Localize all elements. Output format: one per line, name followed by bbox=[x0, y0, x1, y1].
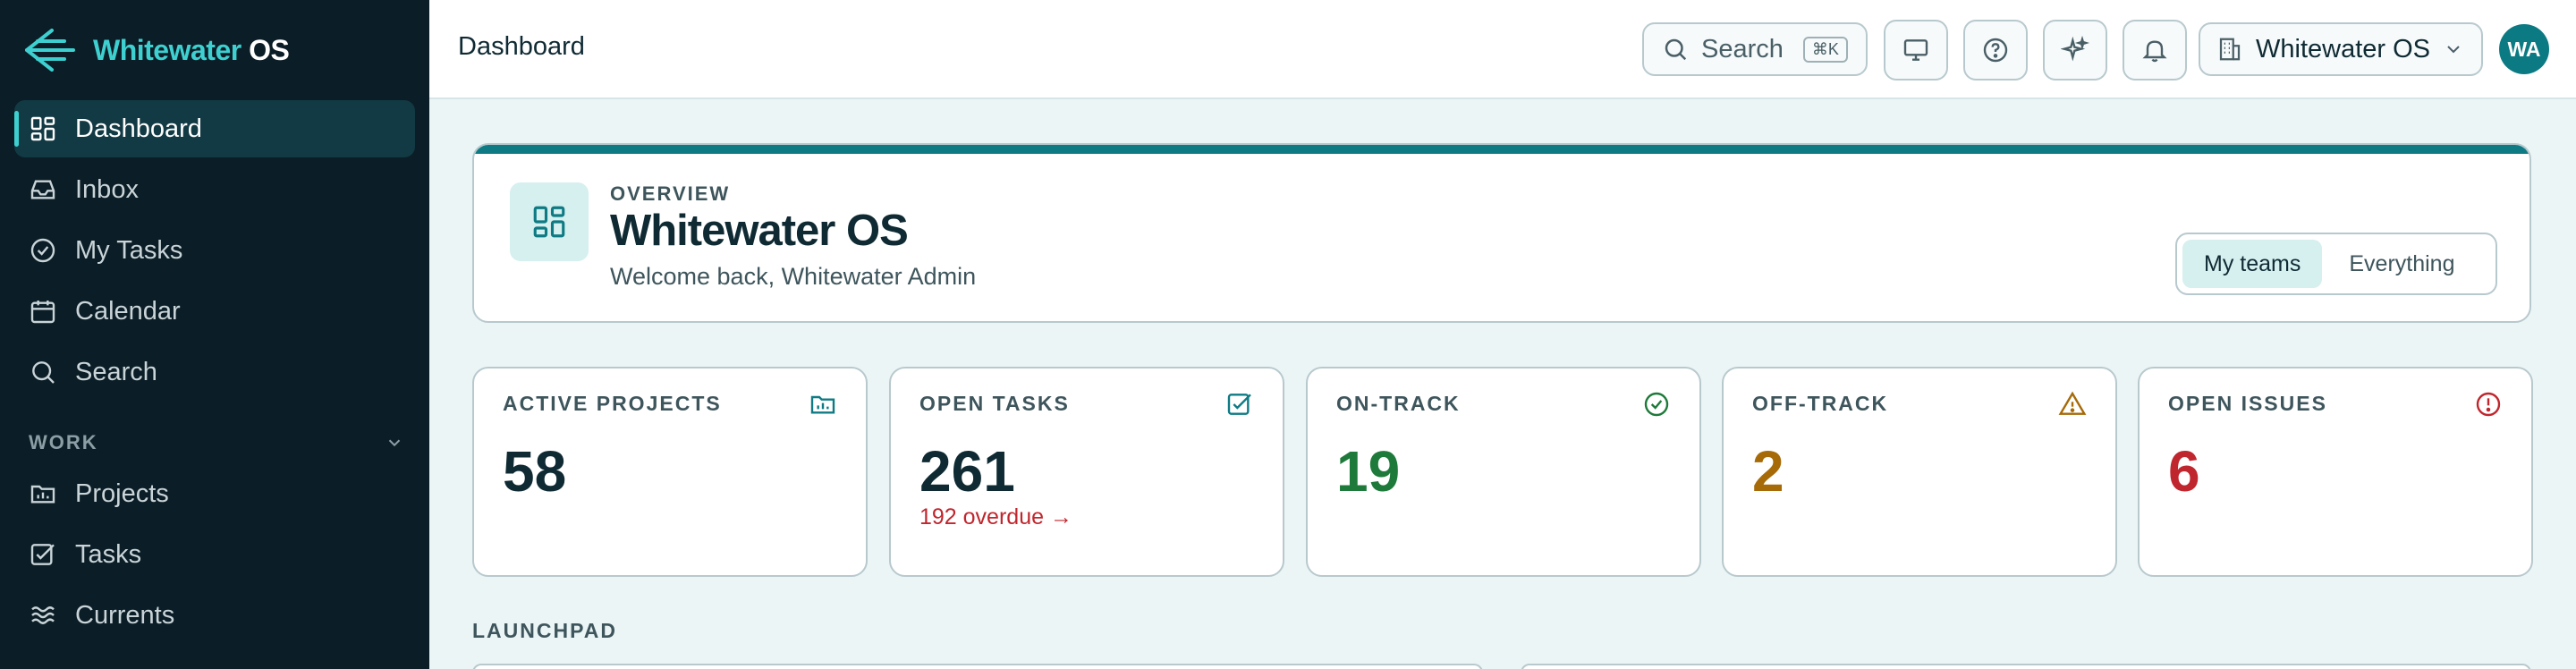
scope-toggle: My teams Everything bbox=[2175, 233, 2497, 295]
overview-card: OVERVIEW Whitewater OS Welcome back, Whi… bbox=[472, 143, 2531, 323]
workspace-name: Whitewater OS bbox=[2256, 34, 2430, 64]
dashboard-icon bbox=[533, 206, 565, 238]
sidebar-item-currents[interactable]: Currents bbox=[14, 587, 415, 644]
launchpad-heading: LAUNCHPAD bbox=[472, 619, 617, 642]
search-icon bbox=[32, 361, 55, 384]
stat-card-open-tasks[interactable]: OPEN TASKS 261 192 overdue → bbox=[889, 367, 1284, 577]
chevron-down-icon bbox=[2447, 46, 2460, 54]
scope-everything-button[interactable]: Everything bbox=[2327, 240, 2476, 288]
overview-eyebrow: OVERVIEW bbox=[610, 182, 731, 205]
sidebar: Whitewater OS Dashboard Inbox My Tasks C… bbox=[0, 0, 429, 669]
sidebar-item-label: Search bbox=[75, 357, 157, 386]
stat-label: OPEN TASKS bbox=[919, 392, 1070, 415]
search-shortcut: ⌘K bbox=[1802, 36, 1848, 63]
brand-logo[interactable]: Whitewater OS bbox=[21, 23, 290, 77]
building-icon bbox=[2219, 38, 2241, 61]
sidebar-item-label: My Tasks bbox=[75, 235, 183, 265]
overview-icon-tile bbox=[510, 182, 589, 261]
check-circle-icon bbox=[1644, 392, 1669, 417]
scope-my-teams-button[interactable]: My teams bbox=[2182, 240, 2323, 288]
dashboard-icon bbox=[30, 116, 55, 141]
search-button[interactable]: Search ⌘K bbox=[1642, 22, 1868, 76]
calendar-icon bbox=[30, 301, 55, 324]
section-toggle-work[interactable]: WORK bbox=[29, 431, 404, 454]
help-icon bbox=[1983, 38, 2008, 63]
stat-value: 19 bbox=[1336, 439, 1401, 504]
sidebar-item-calendar[interactable]: Calendar bbox=[14, 283, 415, 340]
workspace-select[interactable]: Whitewater OS bbox=[2199, 22, 2483, 76]
sidebar-item-inbox[interactable]: Inbox bbox=[14, 161, 415, 218]
stat-value: 2 bbox=[1752, 439, 1784, 504]
warning-icon bbox=[2058, 391, 2087, 415]
topbar: Dashboard Search ⌘K Whitewater OS WA bbox=[429, 0, 2576, 99]
section-label: WORK bbox=[29, 431, 98, 453]
avatar[interactable]: WA bbox=[2499, 24, 2549, 74]
stat-card-on-track[interactable]: ON-TRACK 19 bbox=[1306, 367, 1701, 577]
search-icon bbox=[1665, 38, 1687, 61]
stat-label: OFF-TRACK bbox=[1752, 392, 1889, 415]
brand-name: Whitewater OS bbox=[93, 33, 290, 66]
logo-icon bbox=[25, 29, 75, 72]
monitor-icon bbox=[1903, 39, 1928, 61]
alert-circle-icon bbox=[2476, 392, 2501, 417]
overview-accent-bar bbox=[474, 145, 2529, 154]
stat-card-off-track[interactable]: OFF-TRACK 2 bbox=[1722, 367, 2117, 577]
sidebar-item-projects[interactable]: Projects bbox=[14, 465, 415, 522]
overdue-link[interactable]: 192 overdue → bbox=[919, 504, 1072, 530]
overview-title: Whitewater OS bbox=[610, 207, 909, 255]
help-button[interactable] bbox=[1963, 20, 2028, 80]
stat-card-open-issues[interactable]: OPEN ISSUES 6 bbox=[2138, 367, 2533, 577]
ai-assistant-button[interactable] bbox=[2043, 20, 2107, 80]
notifications-button[interactable] bbox=[2123, 20, 2187, 80]
stat-card-active-projects[interactable]: ACTIVE PROJECTS 58 bbox=[472, 367, 868, 577]
sidebar-item-search[interactable]: Search bbox=[14, 343, 415, 401]
bell-icon bbox=[2142, 40, 2167, 63]
page-title: Dashboard bbox=[458, 32, 585, 61]
stat-label: ACTIVE PROJECTS bbox=[503, 392, 722, 415]
display-button[interactable] bbox=[1884, 20, 1948, 80]
sidebar-item-label: Inbox bbox=[75, 174, 139, 204]
sidebar-item-label: Calendar bbox=[75, 296, 181, 326]
stat-value: 6 bbox=[2168, 439, 2200, 504]
sparkles-icon bbox=[2061, 36, 2089, 62]
launchpad-card[interactable] bbox=[472, 664, 1483, 669]
chevron-down-icon bbox=[388, 439, 401, 447]
stat-value: 261 bbox=[919, 439, 1015, 504]
folder-chart-icon bbox=[30, 485, 55, 504]
overview-subtitle: Welcome back, Whitewater Admin bbox=[610, 263, 977, 290]
stat-value: 58 bbox=[503, 439, 567, 504]
sidebar-item-tasks[interactable]: Tasks bbox=[14, 526, 415, 583]
waves-icon bbox=[31, 606, 55, 624]
sidebar-item-my-tasks[interactable]: My Tasks bbox=[14, 222, 415, 279]
check-circle-icon bbox=[30, 238, 55, 263]
checkbox-icon bbox=[1227, 394, 1251, 415]
sidebar-item-dashboard[interactable]: Dashboard bbox=[14, 100, 415, 157]
folder-chart-icon bbox=[810, 395, 835, 414]
stat-label: ON-TRACK bbox=[1336, 392, 1461, 415]
checkbox-icon bbox=[30, 544, 55, 565]
launchpad-card[interactable] bbox=[1521, 664, 2531, 669]
stat-label: OPEN ISSUES bbox=[2168, 392, 2327, 415]
inbox-icon bbox=[30, 180, 55, 199]
sidebar-item-label: Currents bbox=[75, 600, 175, 630]
sidebar-item-label: Dashboard bbox=[75, 114, 202, 143]
search-label: Search bbox=[1701, 34, 1784, 64]
sidebar-item-label: Projects bbox=[75, 478, 169, 508]
sidebar-item-label: Tasks bbox=[75, 539, 142, 569]
